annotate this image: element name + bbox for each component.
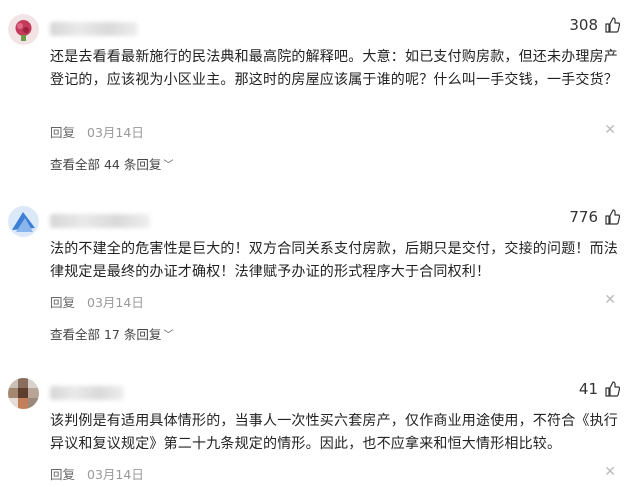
username-blurred[interactable] — [50, 386, 124, 400]
avatar[interactable] — [8, 206, 39, 237]
comment-meta: 回复 03月14日 — [50, 464, 144, 483]
thumbs-up-icon — [605, 17, 620, 33]
view-replies-link[interactable]: 查看全部 44 条回复 ﹀ — [50, 154, 173, 173]
view-replies-label: 查看全部 17 条回复 — [50, 327, 162, 342]
like-button[interactable]: 776 — [569, 208, 620, 226]
comment-meta: 回复 03月14日 — [50, 122, 144, 141]
like-count: 776 — [569, 208, 598, 226]
comment-text: 法的不建全的危害性是巨大的！双方合同关系支付房款，后期只是交付，交接的问题！而法… — [50, 241, 618, 280]
comment-date: 03月14日 — [87, 295, 144, 310]
close-icon[interactable]: ✕ — [604, 122, 616, 138]
comment-date: 03月14日 — [87, 467, 144, 482]
comment-meta: 回复 03月14日 — [50, 292, 144, 311]
comment-text: 该判例是有适用具体情形的，当事人一次性买六套房产，仅作商业用途使用，不符合《执行… — [50, 413, 618, 452]
view-replies-link[interactable]: 查看全部 17 条回复 ﹀ — [50, 324, 173, 343]
close-icon[interactable]: ✕ — [604, 464, 616, 480]
thumbs-up-icon — [605, 209, 620, 225]
like-button[interactable]: 41 — [579, 380, 620, 398]
thumbs-up-icon — [605, 381, 620, 397]
avatar[interactable] — [8, 14, 39, 45]
comment-date: 03月14日 — [87, 125, 144, 140]
reply-button[interactable]: 回复 — [50, 292, 75, 311]
like-count: 41 — [578, 380, 598, 398]
username-blurred[interactable] — [50, 22, 138, 36]
chevron-down-icon: ﹀ — [163, 330, 174, 341]
username-blurred[interactable] — [50, 214, 150, 228]
chevron-down-icon: ﹀ — [163, 160, 174, 171]
comment-text: 还是去看看最新施行的民法典和最高院的解释吧。大意：如已支付购房款，但还未办理房产… — [50, 49, 618, 88]
like-button[interactable]: 308 — [569, 16, 620, 34]
close-icon[interactable]: ✕ — [604, 292, 616, 308]
reply-button[interactable]: 回复 — [50, 122, 75, 141]
like-count: 308 — [569, 16, 598, 34]
avatar[interactable] — [8, 378, 39, 409]
reply-button[interactable]: 回复 — [50, 464, 75, 483]
view-replies-label: 查看全部 44 条回复 — [50, 157, 162, 172]
